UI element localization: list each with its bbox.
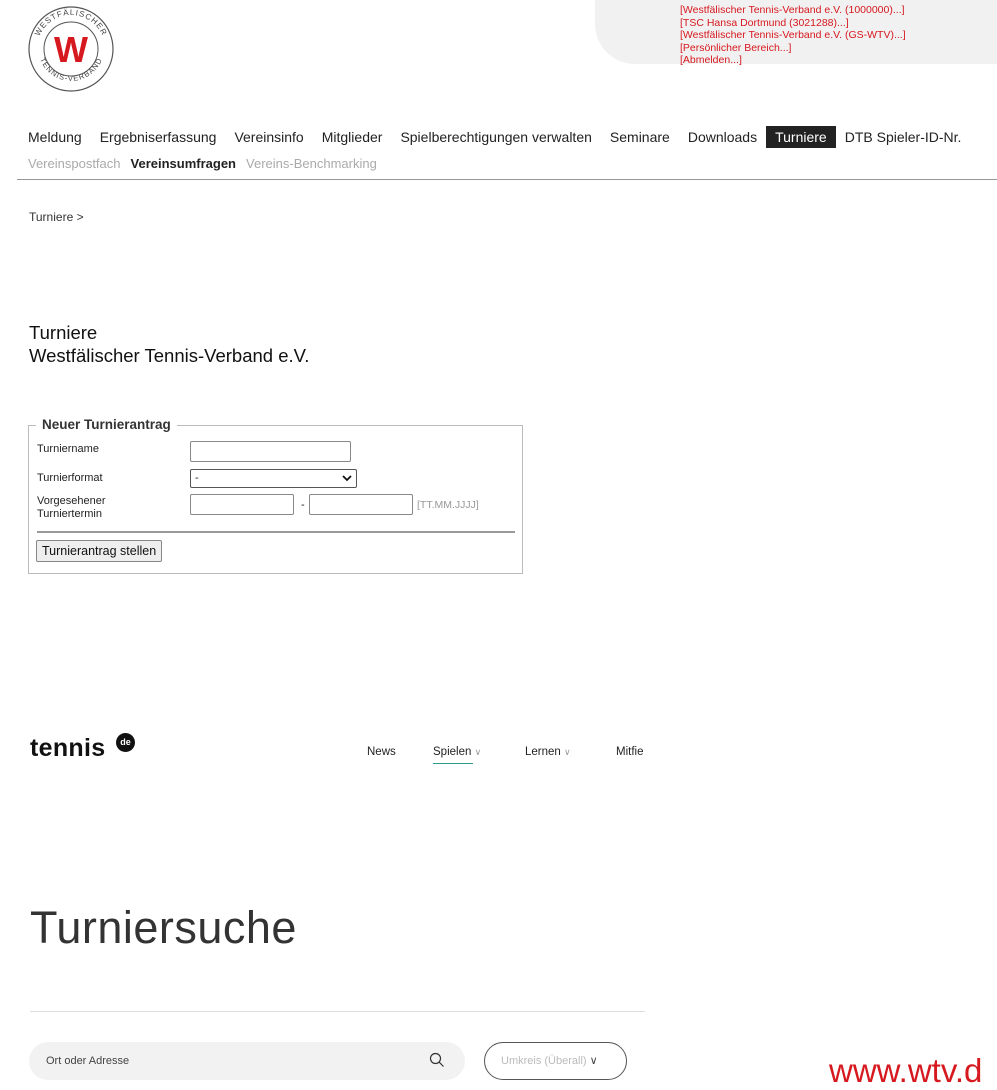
account-link-personal[interactable]: [Persönlicher Bereich...]: [680, 42, 906, 55]
subnav-vereinsumfragen[interactable]: Vereinsumfragen: [131, 156, 237, 171]
date-to-input[interactable]: [309, 494, 413, 515]
chevron-down-icon: ∨: [474, 747, 482, 757]
account-link-wtv[interactable]: [Westfälischer Tennis-Verband e.V. (1000…: [680, 4, 906, 17]
nav-ergebniserfassung[interactable]: Ergebniserfassung: [91, 126, 226, 148]
page-title: Turniere Westfälischer Tennis-Verband e.…: [29, 321, 309, 367]
tournament-date-label: Vorgesehener Turniertermin: [37, 495, 106, 520]
nav-turniere[interactable]: Turniere: [766, 126, 836, 148]
chevron-down-icon: ∨: [564, 747, 571, 757]
tnav-lernen-label: Lernen: [525, 746, 561, 758]
tnav-spielen-label: Spielen: [433, 746, 472, 758]
breadcrumb[interactable]: Turniere >: [29, 210, 84, 224]
tnav-mitfie[interactable]: Mitfie: [616, 746, 643, 758]
logout-link[interactable]: [Abmelden...]: [680, 54, 906, 67]
tnav-lernen[interactable]: Lernen ∨: [525, 746, 571, 758]
footer-url[interactable]: www.wtv.d: [829, 1052, 982, 1090]
nav-dtb-spieler-id[interactable]: DTB Spieler-ID-Nr.: [836, 126, 971, 148]
page-title-line1: Turniere: [29, 322, 98, 343]
tournament-name-input[interactable]: [190, 441, 351, 462]
form-legend: Neuer Turnierantrag: [36, 417, 177, 432]
svg-text:W: W: [54, 29, 88, 70]
tnav-mitfie-label: Mitfie: [616, 746, 644, 758]
tnav-news[interactable]: News: [367, 746, 396, 758]
tennis-de-badge: de: [116, 733, 135, 752]
tnav-news-label: News: [367, 746, 396, 758]
tournament-format-select[interactable]: -: [190, 469, 357, 488]
nav-spielberechtigungen[interactable]: Spielberechtigungen verwalten: [391, 126, 600, 148]
nav-divider: [17, 179, 997, 180]
chevron-down-icon: [342, 470, 352, 493]
search-icon[interactable]: [429, 1052, 445, 1068]
tnav-active-underline: [433, 763, 473, 764]
nav-mitglieder[interactable]: Mitglieder: [313, 126, 392, 148]
submit-tournament-request-button[interactable]: Turnierantrag stellen: [36, 540, 163, 562]
date-format-hint: [TT.MM.JJJJ]: [417, 499, 479, 511]
nav-downloads[interactable]: Downloads: [679, 126, 766, 148]
nav-vereinsinfo[interactable]: Vereinsinfo: [225, 126, 312, 148]
form-divider: [37, 531, 515, 533]
location-search-placeholder: Ort oder Adresse: [46, 1055, 130, 1067]
subnav-vereinspostfach[interactable]: Vereinspostfach: [28, 156, 121, 171]
tnav-spielen[interactable]: Spielen ∨: [433, 746, 481, 758]
nav-meldung[interactable]: Meldung: [28, 126, 91, 148]
nav-seminare[interactable]: Seminare: [601, 126, 679, 148]
search-divider: [30, 1011, 645, 1012]
location-search-input[interactable]: Ort oder Adresse: [29, 1042, 465, 1080]
tournament-name-label: Turniername: [37, 443, 99, 455]
account-links: [Westfälischer Tennis-Verband e.V. (1000…: [680, 4, 906, 67]
radius-select-label: Umkreis (Überall): [501, 1055, 587, 1067]
tournament-format-label: Turnierformat: [37, 472, 103, 484]
page-title-line2: Westfälischer Tennis-Verband e.V.: [29, 345, 310, 366]
sub-nav: Vereinspostfach Vereinsumfragen Vereins-…: [28, 156, 387, 171]
chevron-down-icon: ∨: [589, 1055, 598, 1067]
main-nav: Meldung Ergebniserfassung Vereinsinfo Mi…: [28, 126, 970, 148]
date-separator: -: [301, 499, 305, 511]
account-link-wtv-gs[interactable]: [Westfälischer Tennis-Verband e.V. (GS-W…: [680, 29, 906, 42]
account-link-club[interactable]: [TSC Hansa Dortmund (3021288)...]: [680, 17, 906, 30]
tournament-format-value: -: [195, 472, 199, 484]
radius-select[interactable]: Umkreis (Überall) ∨: [484, 1042, 627, 1080]
subnav-vereins-benchmarking[interactable]: Vereins-Benchmarking: [246, 156, 377, 171]
date-from-input[interactable]: [190, 494, 294, 515]
tennis-de-logo[interactable]: tennis: [30, 734, 105, 763]
search-title: Turniersuche: [30, 902, 297, 953]
wtv-logo[interactable]: WESTFÄLISCHER TENNIS-VERBAND W: [26, 4, 116, 94]
